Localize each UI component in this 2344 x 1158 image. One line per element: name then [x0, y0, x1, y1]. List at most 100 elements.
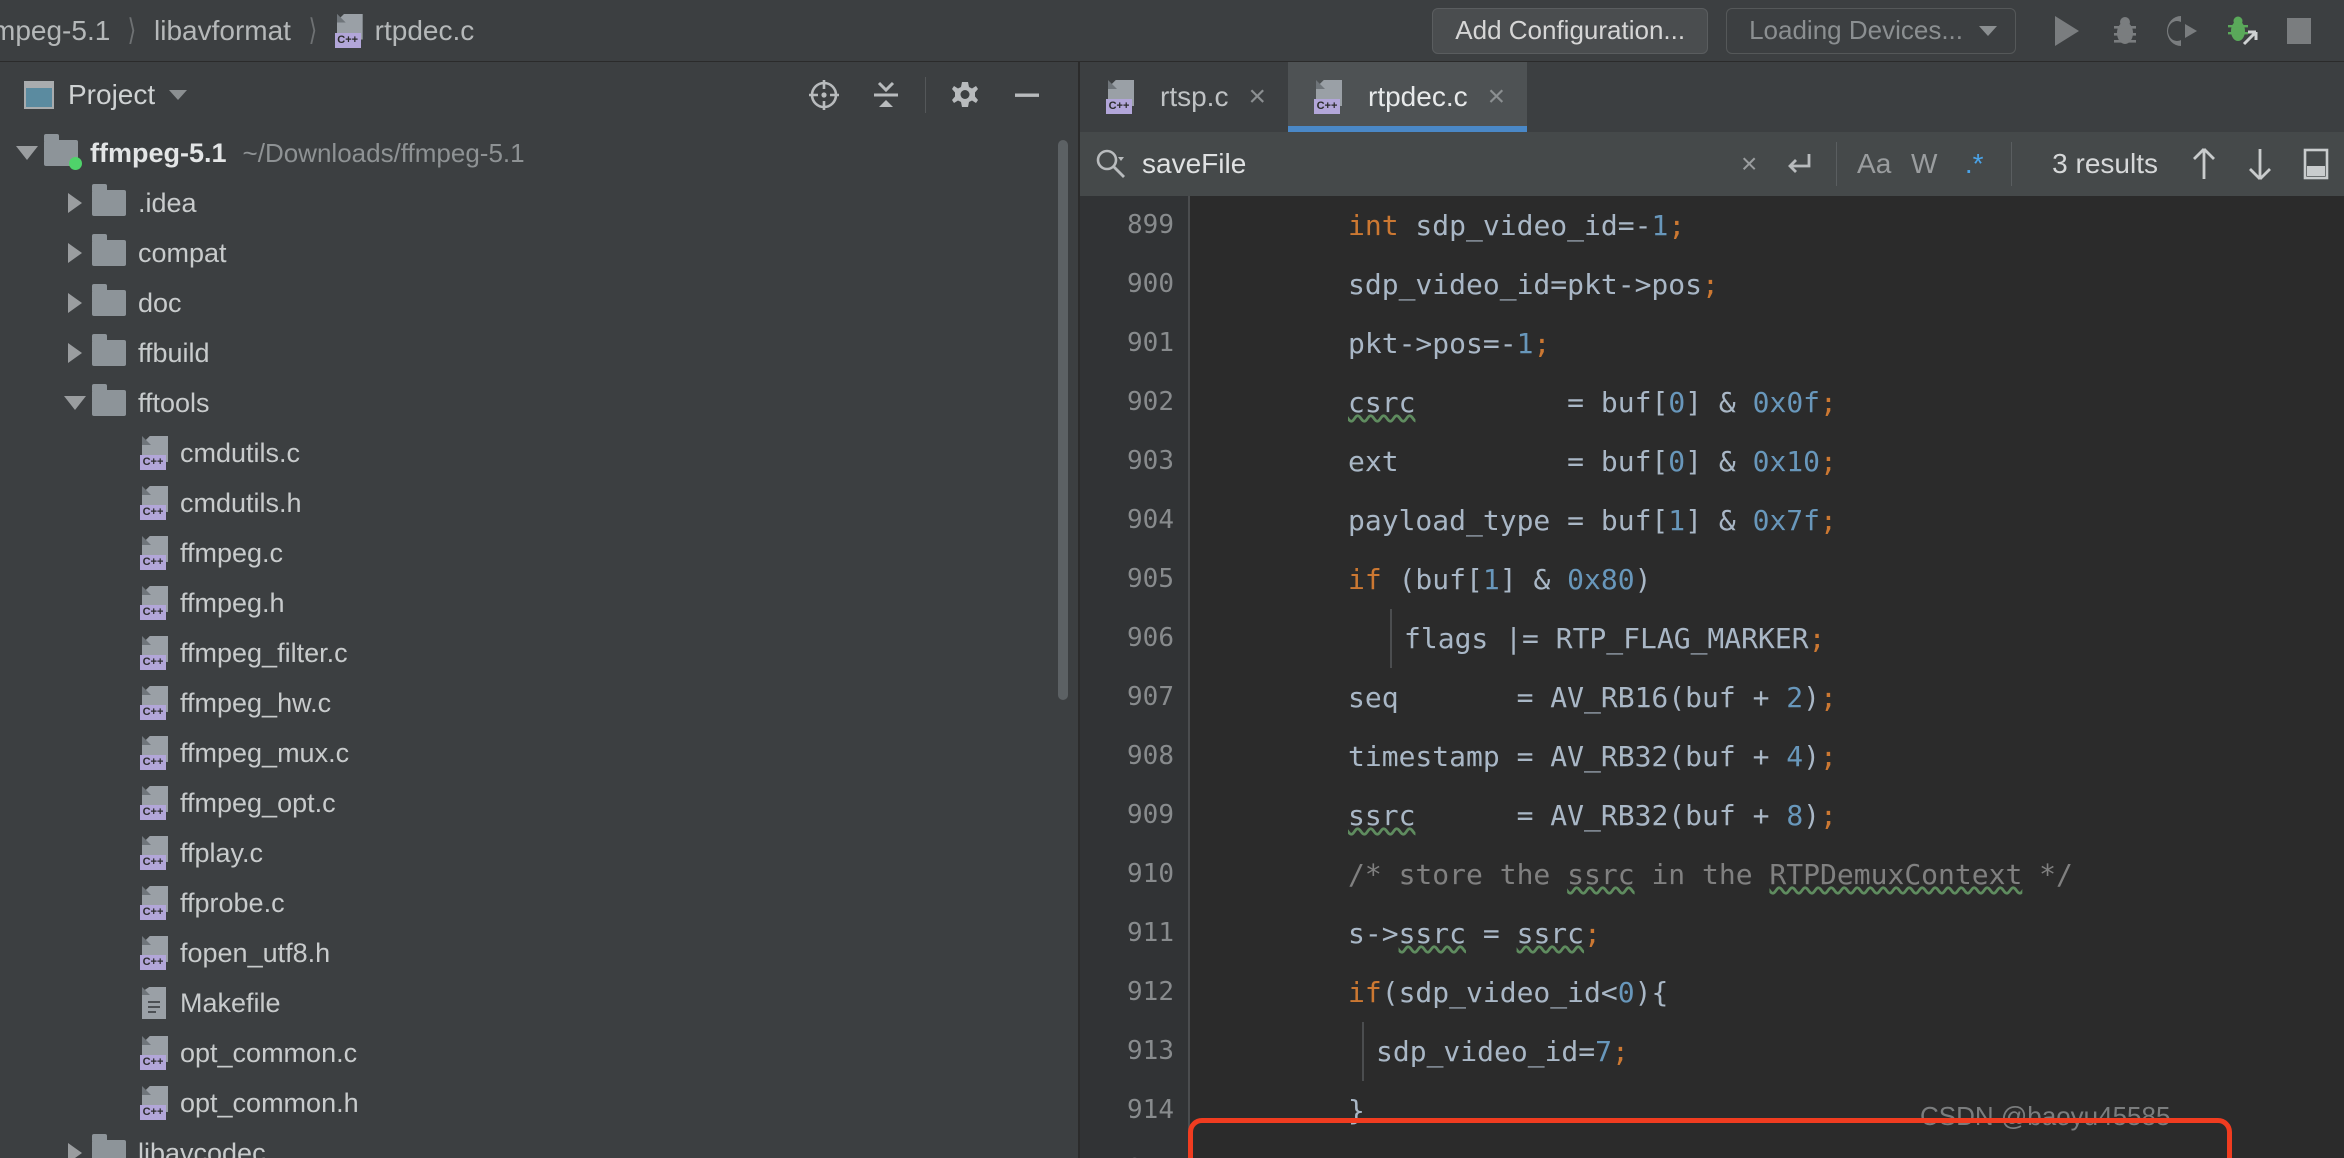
code-line[interactable]: sdp_video_id=pkt->pos; [1190, 255, 2344, 314]
project-panel-toolbar [793, 67, 1078, 123]
code-line[interactable]: pkt->pos=-1; [1190, 314, 2344, 373]
code-line[interactable]: } [1190, 1081, 2344, 1140]
tree-row[interactable]: fftools [0, 378, 1078, 428]
tree-row[interactable]: C++ ffmpeg_filter.c [0, 628, 1078, 678]
code-line[interactable]: flags |= RTP_FLAG_MARKER; [1190, 609, 2344, 668]
tree-row[interactable]: compat [0, 228, 1078, 278]
tree-row[interactable]: doc [0, 278, 1078, 328]
line-number: 912 [1127, 977, 1174, 1007]
attach-debugger-button[interactable] [2154, 6, 2212, 56]
run-button[interactable] [2038, 6, 2096, 56]
code-line[interactable]: seq = AV_RB16(buf + 2); [1190, 668, 2344, 727]
collapse-arrow-icon[interactable] [58, 396, 92, 410]
code-line[interactable]: rtp_angle=saveRtpData(buf,len,sdp_video_… [1190, 1140, 2344, 1158]
code-line[interactable]: int sdp_video_id=-1; [1190, 196, 2344, 255]
code-token: ) [1803, 740, 1821, 773]
previous-match-button[interactable] [2176, 145, 2232, 183]
tree-row[interactable]: C++ fopen_utf8.h [0, 928, 1078, 978]
collapse-all-button[interactable] [855, 67, 917, 123]
code-line[interactable]: ext = buf[0] & 0x10; [1190, 432, 2344, 491]
code-line[interactable]: /* store the ssrc in the RTPDemuxContext… [1190, 845, 2344, 904]
breadcrumb-item-libavformat[interactable]: libavformat [154, 0, 291, 62]
device-selector-dropdown[interactable]: Loading Devices... [1726, 7, 2016, 54]
tree-row-label: ffplay.c [180, 837, 264, 868]
editor-tab-rtsp-c[interactable]: C++ rtsp.c × [1080, 62, 1288, 132]
folder-icon [92, 334, 126, 366]
next-match-button[interactable] [2232, 145, 2288, 183]
match-case-toggle[interactable]: Aa [1849, 132, 1899, 196]
code-token: 0 [1668, 386, 1686, 419]
open-in-find-window-button[interactable] [2288, 147, 2344, 181]
tree-row[interactable]: C++ cmdutils.h [0, 478, 1078, 528]
code-line[interactable]: s->ssrc = ssrc; [1190, 904, 2344, 963]
code-token: ssrc [1567, 858, 1635, 891]
tree-row-label: ffbuild [138, 337, 210, 368]
editor-tab-label: rtpdec.c [1368, 81, 1468, 112]
code-token: ; [1612, 1035, 1629, 1068]
tree-row[interactable]: C++ ffplay.c [0, 828, 1078, 878]
profile-button[interactable] [2212, 6, 2270, 56]
tree-row-label: opt_common.c [180, 1037, 358, 1068]
expand-arrow-icon[interactable] [58, 1143, 92, 1158]
open-in-panel-icon [2303, 148, 2329, 180]
project-panel-title-group[interactable]: Project [0, 79, 188, 111]
breadcrumb-item-file[interactable]: C++ rtpdec.c [334, 0, 474, 62]
hide-panel-button[interactable] [996, 67, 1058, 123]
tree-row[interactable]: C++ ffmpeg_hw.c [0, 678, 1078, 728]
expand-arrow-icon[interactable] [58, 293, 92, 313]
tree-row[interactable]: C++ ffmpeg.c [0, 528, 1078, 578]
code-token: ; [1668, 209, 1686, 242]
project-tree-scrollbar[interactable] [1058, 140, 1068, 700]
search-input[interactable]: saveFile [1142, 148, 1724, 180]
breadcrumb: mpeg-5.1 ⟩ libavformat ⟩ C++ rtpdec.c [0, 0, 474, 62]
code-token: ssrc [1348, 799, 1416, 832]
tree-row[interactable]: libavcodec [0, 1128, 1078, 1158]
tree-row[interactable]: ffmpeg-5.1 ~/Downloads/ffmpeg-5.1 [0, 128, 1078, 178]
tree-row-label: Makefile [180, 987, 281, 1018]
regex-toggle[interactable]: .* [1949, 132, 1999, 196]
add-configuration-button[interactable]: Add Configuration... [1432, 7, 1709, 54]
run-toolbar: Add Configuration... Loading Devices... [1432, 0, 2344, 62]
settings-button[interactable] [934, 67, 996, 123]
editor-tab-rtpdec-c[interactable]: C++ rtpdec.c × [1288, 62, 1528, 132]
close-icon[interactable]: × [1248, 82, 1266, 112]
tree-row[interactable]: Makefile [0, 978, 1078, 1028]
tree-row[interactable]: C++ opt_common.h [0, 1078, 1078, 1128]
code-line[interactable]: ssrc = AV_RB32(buf + 8); [1190, 786, 2344, 845]
tree-row[interactable]: C++ ffmpeg.h [0, 578, 1078, 628]
expand-arrow-icon[interactable] [58, 193, 92, 213]
search-button[interactable] [1080, 146, 1142, 182]
tree-row[interactable]: C++ ffmpeg_mux.c [0, 728, 1078, 778]
breadcrumb-item-project[interactable]: mpeg-5.1 [0, 0, 110, 62]
close-icon[interactable]: × [1488, 82, 1506, 112]
line-number: 905 [1127, 564, 1174, 594]
cpp-file-icon: C++ [140, 536, 170, 570]
tree-row[interactable]: C++ cmdutils.c [0, 428, 1078, 478]
code-line[interactable]: timestamp = AV_RB32(buf + 4); [1190, 727, 2344, 786]
code-line[interactable]: csrc = buf[0] & 0x0f; [1190, 373, 2344, 432]
project-tree[interactable]: ffmpeg-5.1 ~/Downloads/ffmpeg-5.1 .idea com… [0, 128, 1078, 1158]
search-history-button[interactable] [1774, 132, 1824, 196]
expand-arrow-icon[interactable] [58, 243, 92, 263]
tree-row[interactable]: C++ opt_common.c [0, 1028, 1078, 1078]
tree-row[interactable]: C++ ffmpeg_opt.c [0, 778, 1078, 828]
profile-icon [2228, 16, 2258, 45]
clear-search-button[interactable]: × [1724, 132, 1774, 196]
code-line[interactable]: if(sdp_video_id<0){ [1190, 963, 2344, 1022]
tree-row[interactable]: .idea [0, 178, 1078, 228]
locate-file-button[interactable] [793, 67, 855, 123]
code-token: ) [1803, 799, 1821, 832]
code-line[interactable]: payload_type = buf[1] & 0x7f; [1190, 491, 2344, 550]
code-editor[interactable]: 899 900 901 902 903 904 905 906 907 908 909 910 911 9… [1080, 196, 2344, 1158]
whole-words-toggle[interactable]: W [1899, 132, 1949, 196]
debug-button[interactable] [2096, 6, 2154, 56]
code-line[interactable]: if (buf[1] & 0x80) [1190, 550, 2344, 609]
collapse-arrow-icon[interactable] [10, 146, 44, 160]
expand-arrow-icon[interactable] [58, 343, 92, 363]
tree-row[interactable]: ffbuild [0, 328, 1078, 378]
code-token: 0 [1668, 445, 1686, 478]
stop-button[interactable] [2270, 6, 2328, 56]
tree-row[interactable]: C++ ffprobe.c [0, 878, 1078, 928]
code-content[interactable]: int sdp_video_id=-1; sdp_video_id=pkt->po… [1190, 196, 2344, 1158]
chevron-down-icon[interactable] [169, 90, 188, 100]
